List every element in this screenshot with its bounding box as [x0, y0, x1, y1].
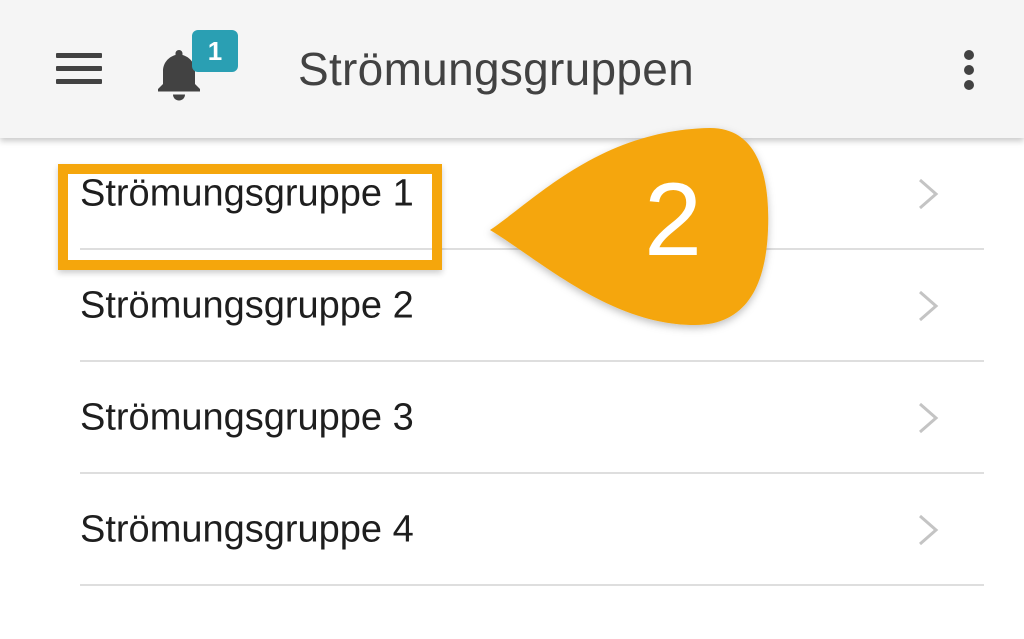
list-item-label: Strömungsgruppe 3	[80, 396, 414, 439]
chevron-right-icon	[919, 290, 939, 322]
app-bar: 1 Strömungsgruppen	[0, 0, 1024, 138]
chevron-right-icon	[919, 514, 939, 546]
list-item-flow-group-2[interactable]: Strömungsgruppe 2	[0, 250, 1024, 362]
chevron-right-icon	[919, 402, 939, 434]
list-item-flow-group-3[interactable]: Strömungsgruppe 3	[0, 362, 1024, 474]
page-title: Strömungsgruppen	[298, 43, 695, 95]
hamburger-menu-icon[interactable]	[50, 46, 106, 94]
list-item-label: Strömungsgruppe 2	[80, 284, 414, 327]
list-item-flow-group-1[interactable]: Strömungsgruppe 1	[0, 138, 1024, 250]
list-item-label: Strömungsgruppe 4	[80, 508, 414, 551]
flow-group-list: Strömungsgruppe 1 Strömungsgruppe 2 Strö…	[0, 138, 1024, 586]
more-vert-icon[interactable]	[952, 42, 986, 98]
notification-button[interactable]: 1	[152, 30, 242, 104]
chevron-right-icon	[919, 178, 939, 210]
list-item-label: Strömungsgruppe 1	[80, 172, 414, 215]
list-item-flow-group-4[interactable]: Strömungsgruppe 4	[0, 474, 1024, 586]
notification-badge: 1	[192, 30, 238, 72]
